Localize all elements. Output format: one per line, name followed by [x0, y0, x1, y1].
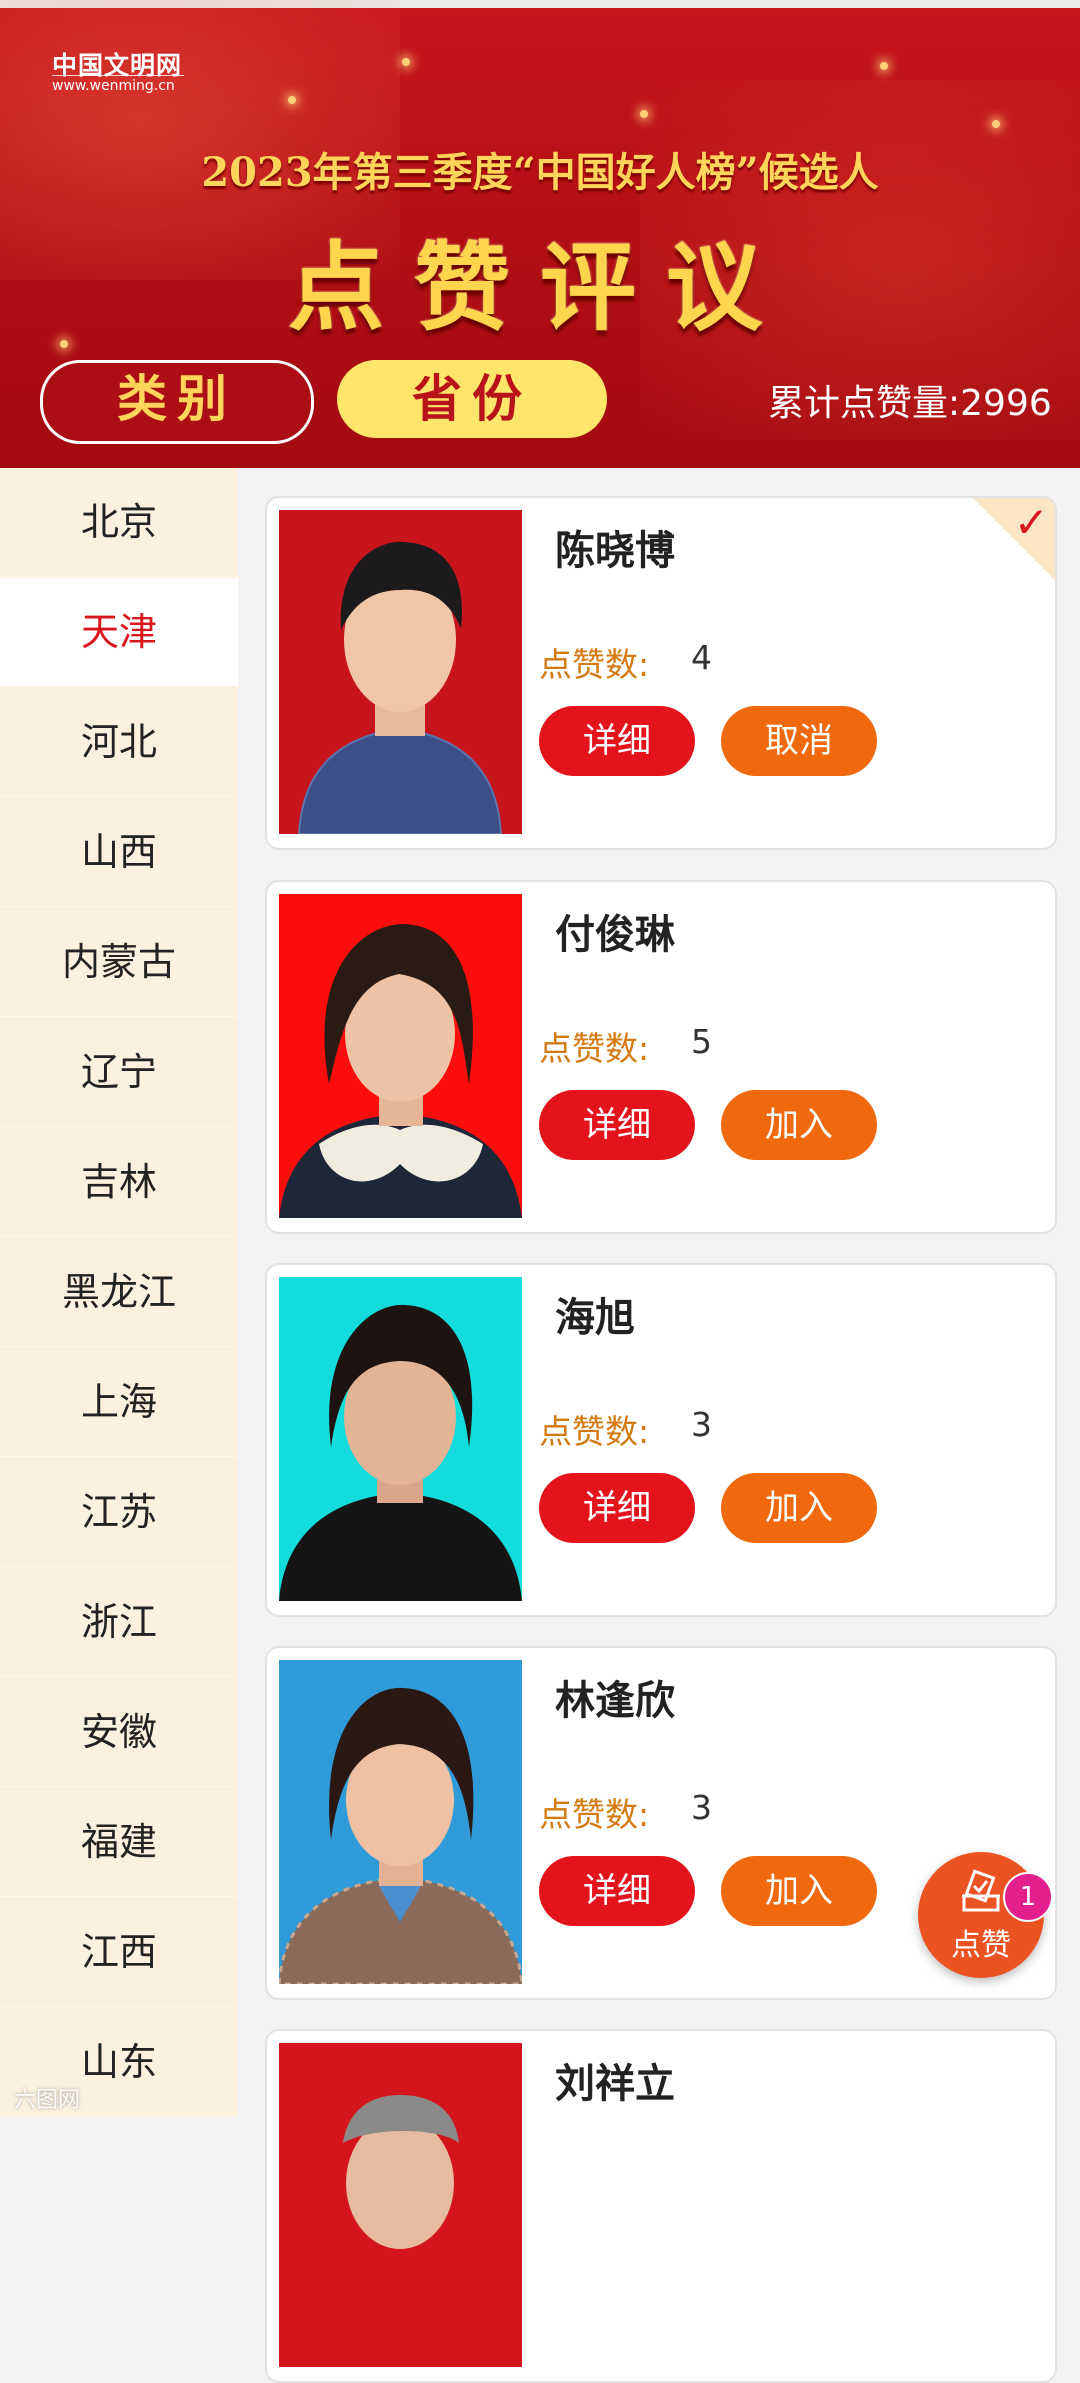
sidebar-item-tianjin[interactable]: 天津 [0, 578, 238, 687]
candidate-name: 刘祥立 [555, 2061, 675, 2107]
detail-button[interactable]: 详细 [539, 1473, 695, 1543]
candidate-photo [279, 1277, 522, 1601]
join-button[interactable]: 加入 [721, 1473, 877, 1543]
candidate-name: 林逢欣 [555, 1678, 675, 1724]
sidebar-item-jilin[interactable]: 吉林 [0, 1128, 238, 1237]
like-fab-label: 点赞 [951, 1928, 1011, 1963]
header-banner: 中国文明网 www.wenming.cn 2023年第三季度“中国好人榜”候选人… [0, 0, 1080, 468]
join-button[interactable]: 加入 [721, 1090, 877, 1160]
sidebar-item-anhui[interactable]: 安徽 [0, 1678, 238, 1787]
detail-button[interactable]: 详细 [539, 1856, 695, 1926]
check-icon: ✓ [1013, 498, 1049, 547]
sparkle [992, 120, 1000, 128]
province-sidebar: 北京 天津 河北 山西 内蒙古 辽宁 吉林 黑龙江 上海 江苏 浙江 安徽 福建… [0, 468, 238, 2117]
sidebar-item-heilongjiang[interactable]: 黑龙江 [0, 1238, 238, 1347]
sidebar-item-jiangsu[interactable]: 江苏 [0, 1458, 238, 1567]
vote-box-icon [962, 1869, 1000, 1912]
banner-title: 点赞评议 [288, 231, 792, 344]
sparkle [880, 62, 888, 70]
votes-label: 点赞数: [539, 1795, 650, 1834]
candidate-card: 付俊琳 点赞数: 5 详细 加入 [265, 880, 1057, 1234]
votes-count: 5 [691, 1022, 712, 1061]
tab-category[interactable]: 类别 [40, 360, 314, 444]
sidebar-item-zhejiang[interactable]: 浙江 [0, 1568, 238, 1677]
detail-button[interactable]: 详细 [539, 706, 695, 776]
candidate-photo [279, 894, 522, 1218]
sparkle [288, 96, 296, 104]
like-count-badge: 1 [1003, 1872, 1053, 1922]
candidate-name: 海旭 [555, 1295, 635, 1341]
votes-label: 点赞数: [539, 1412, 650, 1451]
tab-province[interactable]: 省份 [337, 360, 607, 438]
sidebar-item-beijing[interactable]: 北京 [0, 468, 238, 577]
votes-label: 点赞数: [539, 1029, 650, 1068]
site-logo-url: www.wenming.cn [52, 78, 175, 94]
votes-count: 4 [691, 638, 712, 677]
candidate-card: ✓ 陈晓博 点赞数: 4 详细 取消 [265, 496, 1057, 850]
sidebar-item-shanxi[interactable]: 山西 [0, 798, 238, 907]
watermark: 六图网 [14, 2088, 81, 2113]
candidate-card: 刘祥立 [265, 2029, 1057, 2383]
join-button[interactable]: 加入 [721, 1856, 877, 1926]
votes-count: 3 [691, 1405, 712, 1444]
sparkle [402, 58, 410, 66]
site-logo-text: 中国文明网 [52, 51, 183, 80]
logo-divider [52, 75, 184, 76]
candidate-name: 陈晓博 [555, 528, 675, 574]
sparkle [640, 110, 648, 118]
candidate-name: 付俊琳 [555, 912, 675, 958]
sidebar-item-hebei[interactable]: 河北 [0, 688, 238, 797]
candidate-photo [279, 2043, 522, 2367]
banner-subtitle: 2023年第三季度“中国好人榜”候选人 [201, 149, 879, 196]
candidate-photo [279, 1660, 522, 1984]
votes-count: 3 [691, 1788, 712, 1827]
detail-button[interactable]: 详细 [539, 1090, 695, 1160]
sidebar-item-shanghai[interactable]: 上海 [0, 1348, 238, 1457]
sidebar-item-neimenggu[interactable]: 内蒙古 [0, 908, 238, 1017]
sidebar-item-jiangxi[interactable]: 江西 [0, 1898, 238, 2007]
sidebar-item-liaoning[interactable]: 辽宁 [0, 1018, 238, 1127]
sidebar-item-fujian[interactable]: 福建 [0, 1788, 238, 1897]
total-likes: 累计点赞量:2996 [768, 383, 1052, 424]
cancel-button[interactable]: 取消 [721, 706, 877, 776]
votes-label: 点赞数: [539, 645, 650, 684]
candidate-card: 海旭 点赞数: 3 详细 加入 [265, 1263, 1057, 1617]
candidate-photo [279, 510, 522, 834]
